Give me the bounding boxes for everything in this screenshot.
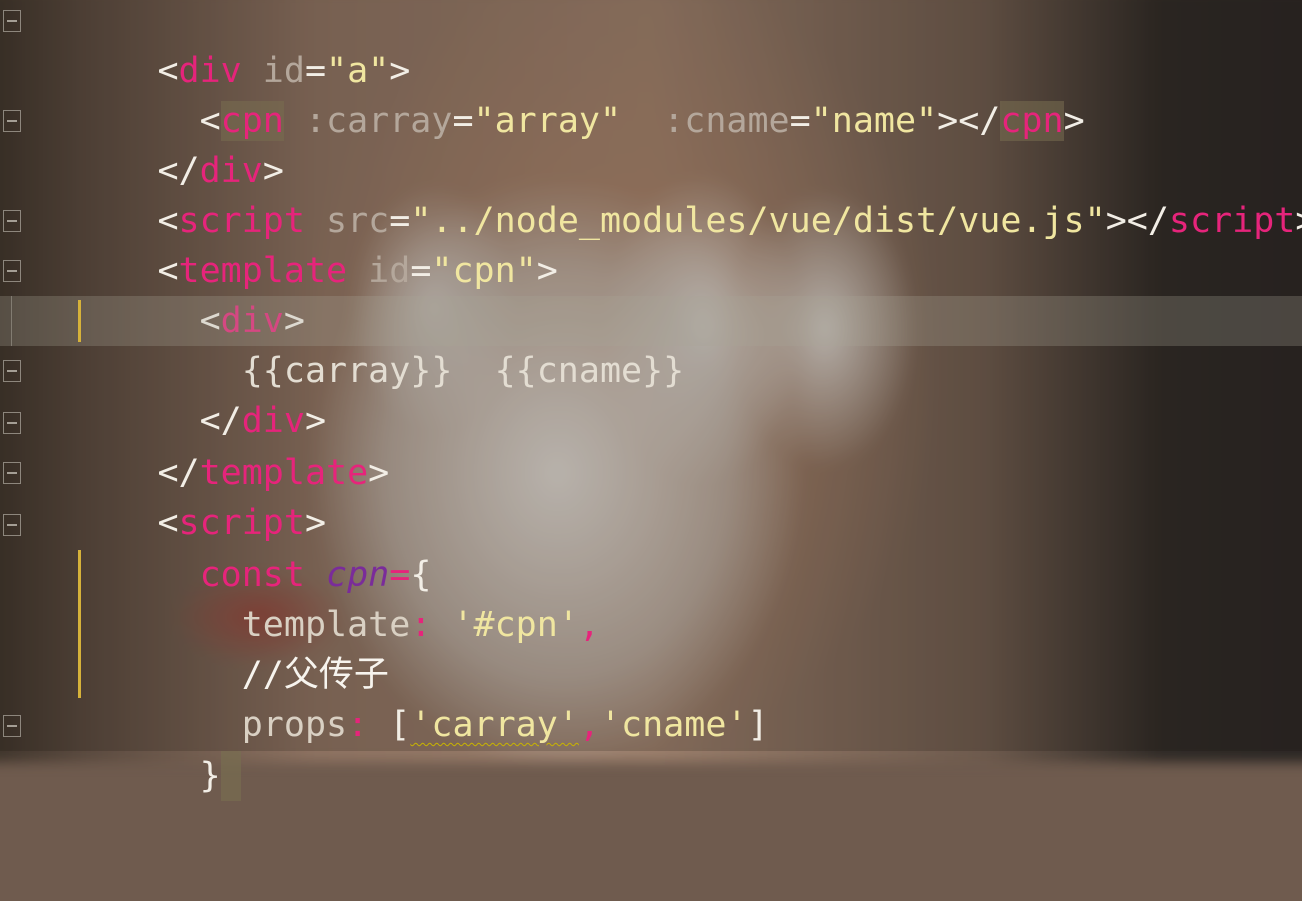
line-text: } [31, 701, 241, 851]
code-line-4[interactable]: <script src="../node_modules/vue/dist/vu… [0, 146, 1302, 241]
fold-end-icon[interactable] [3, 715, 21, 737]
code-line-7-current[interactable]: {{carray}} {{cname}} [0, 296, 1302, 391]
fold-collapse-icon[interactable] [3, 514, 21, 536]
code-line-6[interactable]: <div> [0, 246, 1302, 341]
code-line-14[interactable]: props: ['carray','cname'] [0, 650, 1302, 745]
code-line-9[interactable]: </template> [0, 398, 1302, 493]
code-line-10[interactable]: <script> [0, 448, 1302, 543]
code-editor[interactable]: <div id="a"> <cpn :carray="array" :cname… [0, 0, 1302, 801]
fold-collapse-icon[interactable] [3, 210, 21, 232]
code-line-15[interactable]: } [0, 701, 1302, 801]
code-line-2[interactable]: <cpn :carray="array" :cname="name"></cpn… [0, 46, 1302, 141]
code-line-3[interactable]: </div> [0, 96, 1302, 191]
fold-collapse-icon[interactable] [3, 462, 21, 484]
code-line-8[interactable]: </div> [0, 346, 1302, 441]
code-line-5[interactable]: <template id="cpn"> [0, 196, 1302, 291]
code-line-1[interactable]: <div id="a"> [0, 0, 1302, 91]
code-line-12[interactable]: template: '#cpn', [0, 550, 1302, 645]
fold-collapse-icon[interactable] [3, 260, 21, 282]
fold-end-icon[interactable] [3, 110, 21, 132]
fold-guide [11, 296, 12, 346]
fold-end-icon[interactable] [3, 412, 21, 434]
bracket-match-highlight [220, 751, 241, 801]
code-line-13[interactable]: //父传子 [0, 600, 1302, 695]
fold-collapse-icon[interactable] [3, 10, 21, 32]
code-line-11[interactable]: const cpn={ [0, 500, 1302, 595]
fold-end-icon[interactable] [3, 360, 21, 382]
